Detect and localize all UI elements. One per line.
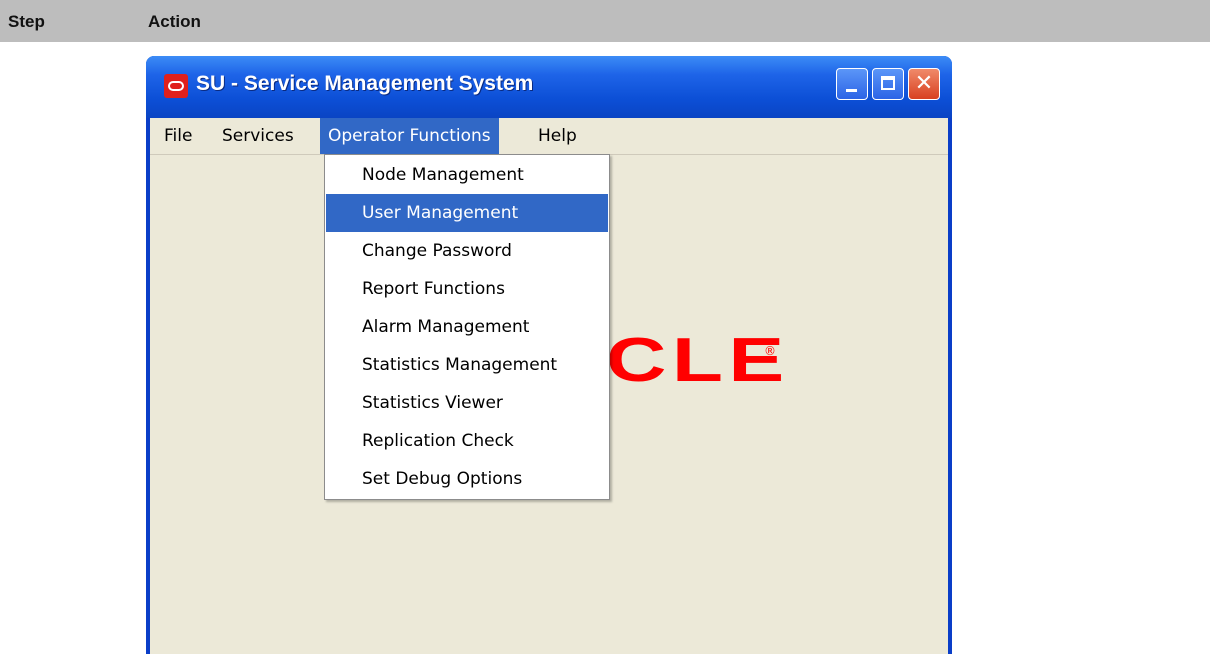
minimize-button[interactable]: [836, 68, 868, 100]
menu-operator-functions[interactable]: Operator Functions: [320, 118, 499, 154]
action-column-header: Action: [148, 12, 201, 31]
menu-item-statistics-viewer[interactable]: Statistics Viewer: [326, 384, 608, 422]
app-logo-icon[interactable]: [164, 74, 188, 98]
oracle-logo: CLE: [606, 326, 790, 395]
menu-item-report-functions[interactable]: Report Functions: [326, 270, 608, 308]
menu-services[interactable]: Services: [214, 118, 302, 154]
menu-item-alarm-management[interactable]: Alarm Management: [326, 308, 608, 346]
operator-functions-dropdown: Node Management User Management Change P…: [324, 154, 610, 500]
menu-help[interactable]: Help: [530, 118, 585, 154]
title-bar[interactable]: SU - Service Management System ✕: [146, 56, 952, 118]
maximize-icon: [881, 76, 895, 90]
menu-item-statistics-management[interactable]: Statistics Management: [326, 346, 608, 384]
close-icon: ✕: [914, 71, 934, 96]
menu-item-change-password[interactable]: Change Password: [326, 232, 608, 270]
menu-item-node-management[interactable]: Node Management: [326, 156, 608, 194]
close-button[interactable]: ✕: [908, 68, 940, 100]
minimize-icon: [846, 89, 857, 92]
app-window: SU - Service Management System ✕ File Se…: [146, 56, 952, 654]
menu-item-user-management[interactable]: User Management: [326, 194, 608, 232]
client-area: File Services Operator Functions Help CL…: [150, 118, 948, 654]
maximize-button[interactable]: [872, 68, 904, 100]
registered-mark: ®: [764, 344, 776, 358]
menu-bar: File Services Operator Functions Help: [150, 118, 948, 155]
menu-item-replication-check[interactable]: Replication Check: [326, 422, 608, 460]
menu-file[interactable]: File: [156, 118, 200, 154]
menu-item-set-debug-options[interactable]: Set Debug Options: [326, 460, 608, 498]
step-action-header: Step Action: [0, 0, 1210, 42]
window-title: SU - Service Management System: [196, 72, 534, 95]
step-column-header: Step: [8, 12, 45, 31]
